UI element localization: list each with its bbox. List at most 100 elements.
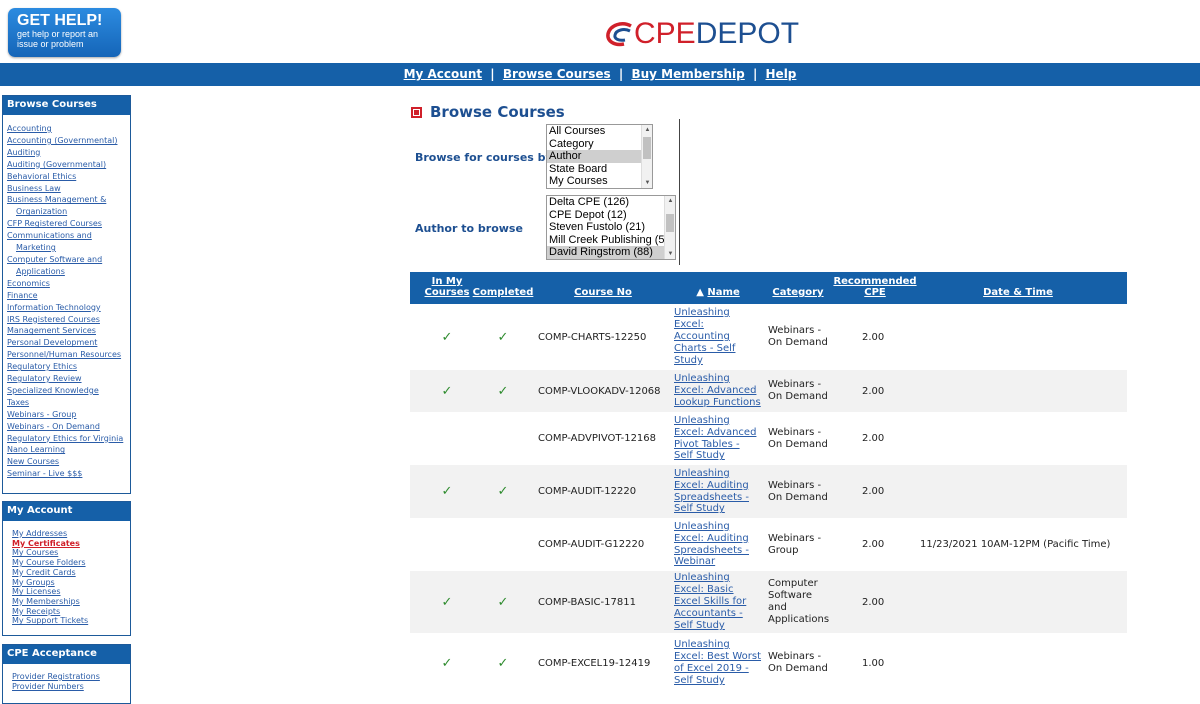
col-category-link[interactable]: Category <box>772 287 823 298</box>
sidebar-link[interactable]: Computer Software and <box>7 254 126 266</box>
course-name-link[interactable]: Unleashing Excel: Advanced Lookup Function… <box>674 373 761 409</box>
select-option[interactable]: David Ringstrom (88) <box>547 246 675 259</box>
browse-by-select[interactable]: All Courses Category Author State Board My C… <box>546 124 653 189</box>
select-option[interactable]: Mill Creek Publishing (52) <box>547 234 675 247</box>
sidebar-link[interactable]: Information Technology <box>7 302 126 314</box>
sidebar-link[interactable]: Auditing <box>7 147 126 159</box>
table-row: ✓ ✓ COMP-VLOOKADV-12068 Unleashing Excel: Ad… <box>410 370 1127 412</box>
nav-help[interactable]: Help <box>766 67 797 81</box>
nav-my-account[interactable]: My Account <box>404 67 483 81</box>
col-date-time[interactable]: Date & Time <box>920 287 1116 298</box>
select-option[interactable]: Category <box>547 138 652 151</box>
scroll-up-icon[interactable]: ▲ <box>665 196 675 206</box>
get-help-button[interactable]: GET HELP! get help or report an issue or… <box>8 8 121 57</box>
select-option[interactable]: Steven Fustolo (21) <box>547 221 675 234</box>
sidebar-link[interactable]: Organization <box>7 206 126 218</box>
select-option[interactable]: All Courses <box>547 125 652 138</box>
course-name-link[interactable]: Unleashing Excel: Auditing Spreadsheets -W… <box>674 521 749 569</box>
course-name-link[interactable]: Unleashing Excel: Accounting Charts - Self S… <box>674 307 735 367</box>
sidebar-link[interactable]: Seminar - Live $$$ <box>7 468 126 480</box>
sidebar-link[interactable]: My Certificates <box>12 539 126 549</box>
scroll-up-icon[interactable]: ▲ <box>642 125 652 135</box>
sidebar-link[interactable]: My Addresses <box>12 529 126 539</box>
select-option[interactable]: Delta CPE (126) <box>547 196 675 209</box>
author-scrollbar[interactable]: ▲ ▼ <box>664 196 675 259</box>
sidebar-link[interactable]: My Licenses <box>12 587 126 597</box>
col-rec-cpe-line2[interactable]: CPE <box>864 287 886 298</box>
scroll-thumb[interactable] <box>666 214 674 232</box>
course-name-cell[interactable]: Unleashing Excel: Best Worst of Excel 2019… <box>674 633 766 693</box>
nav-buy-membership[interactable]: Buy Membership <box>631 67 744 81</box>
course-name-cell[interactable]: Unleashing Excel: Advanced Pivot Tables -S… <box>674 412 766 465</box>
sidebar-link[interactable]: My Credit Cards <box>12 568 126 578</box>
sidebar-link[interactable]: IRS Registered Courses <box>7 314 126 326</box>
course-name-cell[interactable]: Unleashing Excel: Auditing Spreadsheets -W… <box>674 518 766 571</box>
nav-browse-courses[interactable]: Browse Courses <box>503 67 611 81</box>
sidebar-link[interactable]: Regulatory Ethics for Virginia <box>7 433 126 445</box>
col-name[interactable]: ▲ Name <box>672 287 764 298</box>
course-name-cell[interactable]: Unleashing Excel: Basic Excel Skills for Ac… <box>674 571 766 633</box>
sidebar-link[interactable]: Taxes <box>7 397 126 409</box>
sidebar-link[interactable]: Accounting (Governmental) <box>7 135 126 147</box>
sidebar-link[interactable]: Auditing (Governmental) <box>7 159 126 171</box>
col-course-no[interactable]: Course No <box>540 287 666 298</box>
scroll-down-icon[interactable]: ▼ <box>642 178 652 188</box>
select-option[interactable]: State Board <box>547 163 652 176</box>
col-category[interactable]: Category <box>766 287 830 298</box>
col-name-link[interactable]: Name <box>707 287 739 298</box>
sidebar-link[interactable]: Business Law <box>7 183 126 195</box>
sidebar-link[interactable]: Applications <box>7 266 126 278</box>
sidebar-link[interactable]: My Memberships <box>12 597 126 607</box>
scroll-thumb[interactable] <box>643 137 651 159</box>
browse-by-scrollbar[interactable]: ▲ ▼ <box>641 125 652 188</box>
select-option[interactable]: Author <box>547 150 652 163</box>
col-in-my-courses-line2[interactable]: Courses <box>425 287 470 298</box>
col-recommended-cpe[interactable]: Recommended CPE <box>830 276 920 298</box>
course-name-link[interactable]: Unleashing Excel: Advanced Pivot Tables -S… <box>674 415 756 463</box>
cpedepot-logo[interactable]: CPE DEPOT <box>604 17 799 50</box>
sidebar-link[interactable]: My Groups <box>12 578 126 588</box>
sidebar-link[interactable]: New Courses <box>7 456 126 468</box>
scroll-down-icon[interactable]: ▼ <box>665 249 675 259</box>
col-rec-cpe-line1[interactable]: Recommended <box>833 276 916 287</box>
sidebar-link[interactable]: My Courses <box>12 548 126 558</box>
sidebar-link[interactable]: My Support Tickets <box>12 616 126 626</box>
sidebar-link[interactable]: Regulatory Ethics <box>7 361 126 373</box>
sidebar-link[interactable]: Marketing <box>7 242 126 254</box>
sidebar-my-account: My Account My Addresses My Certificates My… <box>2 501 131 636</box>
sidebar-link[interactable]: Business Management & <box>7 194 126 206</box>
sidebar-link[interactable]: Accounting <box>7 123 126 135</box>
col-in-my-courses[interactable]: In My Courses <box>424 276 470 298</box>
course-name-cell[interactable]: Unleashing Excel: Auditing Spreadsheets -S… <box>674 465 766 518</box>
sidebar-link[interactable]: Behavioral Ethics <box>7 171 126 183</box>
col-date-time-link[interactable]: Date & Time <box>983 287 1053 298</box>
sidebar-link[interactable]: Nano Learning <box>7 444 126 456</box>
course-name-link[interactable]: Unleashing Excel: Auditing Spreadsheets -S… <box>674 468 749 516</box>
sidebar-link[interactable]: Economics <box>7 278 126 290</box>
sidebar-link[interactable]: My Receipts <box>12 607 126 617</box>
course-name-link[interactable]: Unleashing Excel: Best Worst of Excel 2019… <box>674 639 761 687</box>
sidebar-link[interactable]: Webinars - Group <box>7 409 126 421</box>
col-completed[interactable]: Completed <box>472 287 534 298</box>
author-select[interactable]: Delta CPE (126) CPE Depot (12) Steven Fust… <box>546 195 676 260</box>
sidebar-link[interactable]: Finance <box>7 290 126 302</box>
col-in-my-courses-line1[interactable]: In My <box>432 276 463 287</box>
sidebar-link[interactable]: Webinars - On Demand <box>7 421 126 433</box>
sidebar-link[interactable]: Communications and <box>7 230 126 242</box>
course-name-cell[interactable]: Unleashing Excel: Accounting Charts - Self S… <box>674 304 766 370</box>
select-option[interactable]: My Courses <box>547 175 652 188</box>
sidebar-link[interactable]: Personal Development <box>7 337 126 349</box>
sidebar-link[interactable]: Personnel/Human Resources <box>7 349 126 361</box>
sidebar-link[interactable]: Specialized Knowledge <box>7 385 126 397</box>
select-option[interactable]: CPE Depot (12) <box>547 209 675 222</box>
course-name-cell[interactable]: Unleashing Excel: Advanced Lookup Function… <box>674 370 766 412</box>
sidebar-link[interactable]: My Course Folders <box>12 558 126 568</box>
col-completed-link[interactable]: Completed <box>473 287 534 298</box>
sidebar-link[interactable]: Provider Registrations <box>12 672 126 682</box>
col-course-no-link[interactable]: Course No <box>574 287 632 298</box>
sidebar-link[interactable]: Management Services <box>7 325 126 337</box>
sidebar-link[interactable]: Provider Numbers <box>12 682 126 692</box>
sidebar-link[interactable]: CFP Registered Courses <box>7 218 126 230</box>
course-name-link[interactable]: Unleashing Excel: Basic Excel Skills for Ac… <box>674 572 746 632</box>
sidebar-link[interactable]: Regulatory Review <box>7 373 126 385</box>
